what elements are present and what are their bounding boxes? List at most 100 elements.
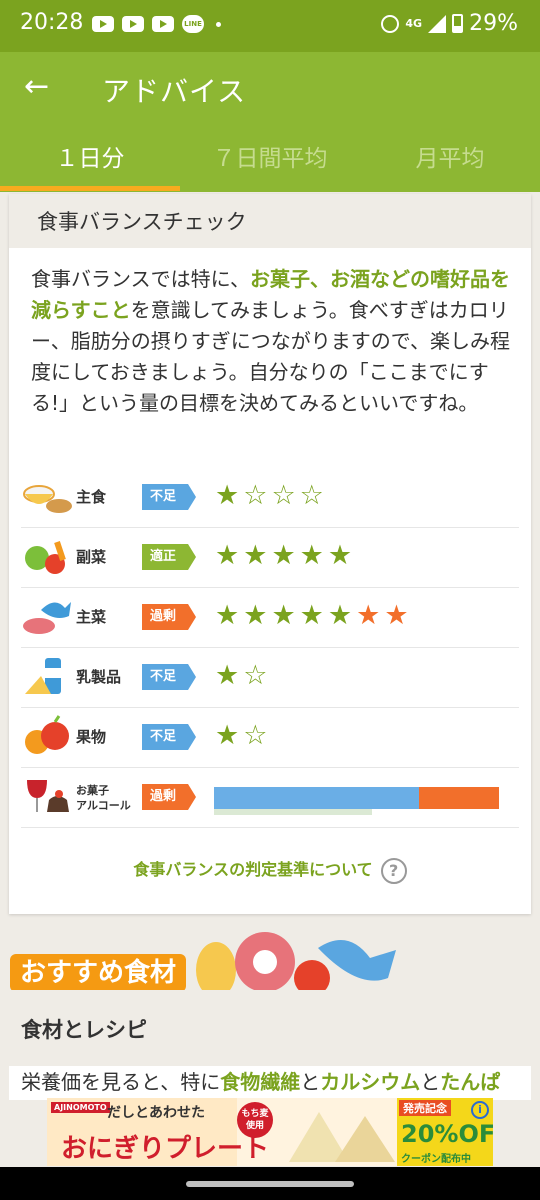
rating-stars: ★ ☆: [215, 660, 267, 692]
rating-stars: ★ ★ ★ ★ ★: [215, 540, 352, 572]
alarm-icon: [381, 14, 400, 33]
criteria-link-text[interactable]: 食事バランスの判定基準について: [133, 860, 372, 879]
status-badge: 不足: [142, 484, 196, 510]
status-badge: 適正: [142, 544, 196, 570]
intake-bar-excess: [419, 787, 499, 809]
star-filled-icon: ★: [299, 540, 324, 571]
app-bar: ← アドバイス: [0, 52, 540, 122]
page-title: アドバイス: [102, 75, 247, 108]
row-label: 乳製品: [76, 668, 122, 686]
network-label: 4G: [405, 17, 423, 30]
ad-tag: もち麦 使用: [237, 1102, 273, 1138]
row-label: お菓子 アルコール: [76, 783, 131, 842]
ad-brand: AJINOMOTO: [51, 1102, 110, 1113]
ad-subtitle: だしとあわせた: [107, 1105, 205, 1121]
system-nav-bar: [0, 1167, 540, 1200]
status-badge-text: 不足: [150, 489, 177, 504]
tab-indicator: [0, 186, 180, 191]
row-label-line: お菓子: [76, 784, 109, 797]
star-excess-icon: ★: [384, 600, 409, 631]
advice-text-part: 食事バランスでは特に、: [31, 267, 250, 291]
ad-headline: おにぎりプレート: [61, 1134, 270, 1164]
star-empty-icon: ☆: [271, 480, 296, 511]
intake-bar: [214, 787, 502, 815]
food-row-side-dish: 副菜 適正 ★ ★ ★ ★ ★: [21, 528, 519, 588]
row-label: 副菜: [76, 548, 107, 566]
status-badge: 不足: [142, 664, 196, 690]
balance-heading: 食事バランスチェック: [9, 194, 531, 248]
status-right: 4G 29%: [381, 11, 518, 36]
line-manga-icon: LINE: [182, 15, 204, 33]
row-label: 主菜: [76, 608, 107, 626]
youtube-icon: [122, 16, 144, 32]
tab-one-day[interactable]: １日分: [0, 122, 180, 192]
tab-seven-day-average[interactable]: ７日間平均: [180, 122, 360, 192]
star-filled-icon: ★: [243, 540, 268, 571]
star-filled-icon: ★: [299, 600, 324, 631]
star-filled-icon: ★: [215, 600, 240, 631]
star-filled-icon: ★: [271, 540, 296, 571]
more-notifications-dot: [216, 21, 221, 27]
star-filled-icon: ★: [215, 720, 240, 751]
balance-card: 食事バランスチェック 食事バランスでは特に、お菓子、お酒などの嗜好品を減らすこと…: [9, 194, 531, 914]
battery-percent: 29%: [469, 11, 518, 36]
advice-text: 食事バランスでは特に、お菓子、お酒などの嗜好品を減らすことを意識してみましょう。…: [31, 264, 511, 419]
star-filled-icon: ★: [215, 660, 240, 691]
staple-food-icon: [23, 485, 72, 513]
status-badge: 過剰: [142, 784, 196, 810]
status-bar: 20:28 LINE 4G 29%: [0, 0, 540, 52]
recipe-text-part: と: [420, 1070, 441, 1094]
wine-cake-icon: [27, 780, 69, 812]
food-row-main-dish: 主菜 過剰 ★ ★ ★ ★ ★ ★ ★: [21, 588, 519, 648]
onigiri-icon: [289, 1112, 395, 1162]
rating-stars: ★ ☆ ☆ ☆: [215, 480, 324, 512]
rating-stars: ★ ★ ★ ★ ★ ★ ★: [215, 600, 409, 632]
star-empty-icon: ☆: [299, 480, 324, 511]
star-empty-icon: ☆: [243, 720, 268, 751]
tab-bar: １日分 ７日間平均 月平均: [0, 122, 540, 192]
status-time: 20:28: [20, 10, 84, 35]
food-row-fruit: 果物 不足 ★ ☆: [21, 708, 519, 768]
ad-banner[interactable]: AJINOMOTO だしとあわせた おにぎりプレート もち麦 使用 発売記念 i…: [47, 1098, 493, 1166]
ad-info-icon[interactable]: i: [471, 1101, 489, 1119]
star-empty-icon: ☆: [243, 480, 268, 511]
status-badge-text: 不足: [150, 729, 177, 744]
star-filled-icon: ★: [243, 600, 268, 631]
food-row-sweets-alcohol: お菓子 アルコール 過剰: [21, 768, 519, 828]
star-filled-icon: ★: [327, 600, 353, 631]
recommend-title: おすすめ食材: [10, 954, 187, 992]
recipe-text: 栄養価を見ると、特に食物繊維とカルシウムとたんぱ: [9, 1066, 531, 1098]
recipe-card: 食材とレシピ 栄養価を見ると、特に食物繊維とカルシウムとたんぱ: [9, 990, 531, 1100]
ad-coupon-panel: 発売記念 i 20%OFF クーポン配布中: [397, 1098, 493, 1166]
rating-stars: ★ ☆: [215, 720, 267, 752]
star-filled-icon: ★: [215, 480, 240, 511]
criteria-link[interactable]: 食事バランスの判定基準について?: [9, 856, 531, 884]
home-gesture-handle[interactable]: [186, 1181, 354, 1187]
star-filled-icon: ★: [215, 540, 240, 571]
star-filled-icon: ★: [271, 600, 296, 631]
star-filled-icon: ★: [327, 540, 353, 571]
ad-label: 発売記念: [399, 1100, 451, 1116]
status-badge-text: 適正: [150, 549, 177, 564]
nutrient-highlight: 食物繊維: [220, 1070, 301, 1094]
status-badge-text: 過剰: [150, 789, 177, 804]
intake-bar-normal: [214, 787, 419, 809]
food-row-staple: 主食 不足 ★ ☆ ☆ ☆: [21, 468, 519, 528]
recipe-text-part: と: [300, 1070, 321, 1094]
fruit-icon: [25, 715, 69, 754]
tab-monthly-average[interactable]: 月平均: [360, 122, 540, 192]
signal-icon: [428, 14, 447, 33]
help-icon[interactable]: ?: [380, 857, 407, 884]
ad-discount: 20%OFF: [401, 1120, 493, 1148]
status-badge: 不足: [142, 724, 196, 750]
youtube-icon: [92, 16, 114, 32]
ad-coupon-text: クーポン配布中: [401, 1154, 471, 1165]
status-badge-text: 過剰: [150, 609, 177, 624]
youtube-icon: [152, 16, 174, 32]
status-badge: 過剰: [142, 604, 196, 630]
nutrient-highlight: たんぱ: [440, 1070, 501, 1094]
food-row-dairy: 乳製品 不足 ★ ☆: [21, 648, 519, 708]
recommend-banner: おすすめ食材: [0, 928, 540, 998]
recipe-heading: 食材とレシピ: [9, 990, 531, 1066]
back-arrow-icon[interactable]: ←: [24, 70, 58, 104]
